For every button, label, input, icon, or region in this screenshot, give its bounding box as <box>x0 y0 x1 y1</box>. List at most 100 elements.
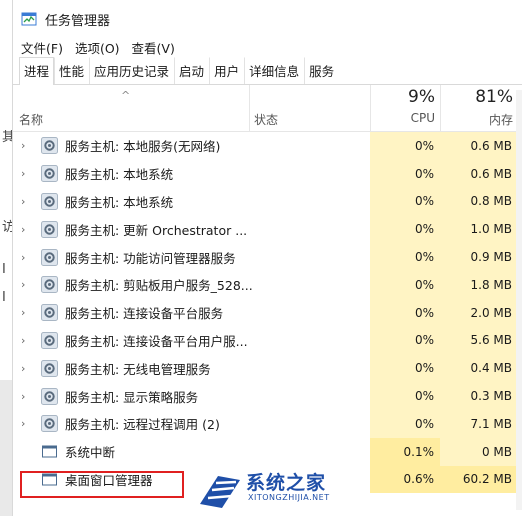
process-name: 服务主机: 远程过程调用 (2) <box>65 417 220 433</box>
title-bar[interactable]: 任务管理器 <box>13 0 522 38</box>
background-text: I <box>2 290 6 305</box>
process-cpu: 0% <box>370 298 440 327</box>
expand-chevron-icon[interactable]: › <box>21 195 25 208</box>
watermark-logo-icon <box>200 476 240 508</box>
process-row[interactable]: 系统中断 0.1% 0 MB <box>13 437 522 466</box>
gear-icon <box>41 331 58 349</box>
highlight-box <box>20 471 184 498</box>
gear-icon <box>41 248 58 266</box>
column-status[interactable]: 状态 <box>254 111 278 128</box>
memory-total-percent: 81% <box>475 87 513 107</box>
process-cpu: 0% <box>370 270 440 299</box>
watermark-url: XITONGZHIJIA.NET <box>248 493 330 502</box>
process-row[interactable]: › 服务主机: 更新 Orchestrator ... 0% 1.0 MB <box>13 215 522 244</box>
gear-icon <box>41 192 58 210</box>
process-name: 服务主机: 本地服务(无网络) <box>65 139 221 155</box>
task-manager-icon <box>21 12 37 26</box>
tab-services[interactable]: 服务 <box>304 57 340 84</box>
expand-chevron-icon[interactable]: › <box>21 223 25 236</box>
process-row[interactable]: › 服务主机: 连接设备平台用户服... 0% 5.6 MB <box>13 326 522 355</box>
process-row[interactable]: › 服务主机: 本地系统 0% 0.8 MB <box>13 187 522 216</box>
process-cpu: 0% <box>370 409 440 438</box>
menu-options[interactable]: 选项(O) <box>75 38 120 57</box>
menu-file[interactable]: 文件(F) <box>21 38 63 57</box>
expand-chevron-icon[interactable]: › <box>21 278 25 291</box>
process-cpu: 0.1% <box>370 437 440 466</box>
memory-label: 内存 <box>488 113 513 127</box>
process-row[interactable]: › 服务主机: 本地服务(无网络) 0% 0.6 MB <box>13 132 522 160</box>
tab-app-history[interactable]: 应用历史记录 <box>89 57 175 84</box>
expand-chevron-icon[interactable]: › <box>21 417 25 430</box>
process-memory: 5.6 MB <box>440 326 520 355</box>
tab-processes[interactable]: 进程 <box>19 57 55 85</box>
tab-performance[interactable]: 性能 <box>54 57 90 84</box>
window-icon <box>41 443 58 460</box>
process-memory: 1.8 MB <box>440 270 520 299</box>
tab-bar: 进程 性能 应用历史记录 启动 用户 详细信息 服务 <box>13 57 522 85</box>
process-row[interactable]: › 服务主机: 远程过程调用 (2) 0% 7.1 MB <box>13 409 522 438</box>
column-name[interactable]: 名称 <box>19 111 43 128</box>
background-window-edge <box>0 380 12 516</box>
watermark-text: 系统之家 <box>246 472 327 494</box>
process-row[interactable]: › 服务主机: 剪贴板用户服务_528... 0% 1.8 MB <box>13 270 522 299</box>
gear-icon <box>41 304 58 322</box>
gear-icon <box>41 276 58 294</box>
cpu-total-percent: 9% <box>408 87 435 107</box>
process-name: 服务主机: 连接设备平台服务 <box>65 306 224 322</box>
expand-chevron-icon[interactable]: › <box>21 390 25 403</box>
process-row[interactable]: › 服务主机: 功能访问管理器服务 0% 0.9 MB <box>13 243 522 271</box>
process-cpu: 0% <box>370 132 440 160</box>
process-name: 服务主机: 连接设备平台用户服... <box>65 333 248 349</box>
expand-chevron-icon[interactable]: › <box>21 362 25 375</box>
column-memory[interactable]: 81% 内存 <box>440 85 521 131</box>
process-cpu: 0% <box>370 215 440 244</box>
gear-icon <box>41 165 58 183</box>
process-memory: 0 MB <box>440 437 520 466</box>
process-row[interactable]: › 服务主机: 显示策略服务 0% 0.3 MB <box>13 382 522 410</box>
gear-icon <box>41 359 58 377</box>
process-row[interactable]: › 服务主机: 本地系统 0% 0.6 MB <box>13 159 522 188</box>
process-row[interactable]: › 服务主机: 连接设备平台服务 0% 2.0 MB <box>13 298 522 327</box>
gear-icon <box>41 137 58 155</box>
process-cpu: 0% <box>370 354 440 383</box>
menu-bar: 文件(F) 选项(O) 查看(V) <box>13 38 522 56</box>
process-name: 服务主机: 功能访问管理器服务 <box>65 250 236 266</box>
process-cpu: 0% <box>370 243 440 271</box>
process-row[interactable]: › 服务主机: 无线电管理服务 0% 0.4 MB <box>13 354 522 383</box>
process-name: 服务主机: 剪贴板用户服务_528... <box>65 278 253 294</box>
process-list: › 服务主机: 本地服务(无网络) 0% 0.6 MB › 服务主机: 本地系统 0% 0.6… <box>13 132 522 494</box>
scrollbar[interactable] <box>516 90 522 510</box>
expand-chevron-icon[interactable]: › <box>21 139 25 152</box>
process-cpu: 0.6% <box>370 465 440 494</box>
column-cpu[interactable]: 9% CPU <box>370 85 441 131</box>
tab-startup[interactable]: 启动 <box>174 57 210 84</box>
expand-chevron-icon[interactable]: › <box>21 334 25 347</box>
process-cpu: 0% <box>370 382 440 410</box>
expand-chevron-icon[interactable]: › <box>21 251 25 264</box>
expand-chevron-icon[interactable]: › <box>21 167 25 180</box>
process-memory: 0.6 MB <box>440 132 520 160</box>
background-window-strip: 其 访 I I <box>0 0 15 516</box>
process-memory: 0.4 MB <box>440 354 520 383</box>
gear-icon <box>41 415 58 433</box>
process-memory: 7.1 MB <box>440 409 520 438</box>
tab-details[interactable]: 详细信息 <box>244 57 305 84</box>
process-cpu: 0% <box>370 187 440 216</box>
expand-chevron-icon[interactable]: › <box>21 306 25 319</box>
process-memory: 0.8 MB <box>440 187 520 216</box>
menu-view[interactable]: 查看(V) <box>132 38 175 57</box>
process-cpu: 0% <box>370 326 440 355</box>
process-memory: 0.6 MB <box>440 159 520 188</box>
process-memory: 1.0 MB <box>440 215 520 244</box>
process-memory: 60.2 MB <box>440 465 520 494</box>
gear-icon <box>41 387 58 405</box>
process-cpu: 0% <box>370 159 440 188</box>
process-name: 服务主机: 显示策略服务 <box>65 389 199 405</box>
window-title: 任务管理器 <box>45 13 111 29</box>
gear-icon <box>41 220 58 238</box>
tab-users[interactable]: 用户 <box>209 57 245 84</box>
background-text: I <box>2 262 6 277</box>
process-memory: 2.0 MB <box>440 298 520 327</box>
column-divider[interactable] <box>249 85 250 131</box>
process-memory: 0.9 MB <box>440 243 520 271</box>
